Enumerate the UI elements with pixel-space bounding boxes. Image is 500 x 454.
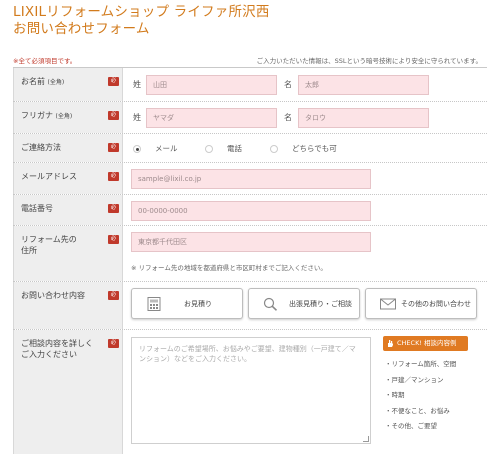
check-item: ・時期: [385, 391, 405, 399]
row-furigana: フリガナ (全角) 必 姓 ヤマダ 名 タロウ: [13, 102, 487, 134]
required-badge: 必: [108, 339, 119, 348]
phone-input[interactable]: 00-0000-0000: [131, 201, 371, 221]
estimate-button-label: お見積り: [184, 300, 212, 308]
radio-email-label: メール: [155, 144, 178, 153]
envelope-icon: [380, 298, 396, 310]
label-cell: フリガナ (全角) 必: [13, 102, 123, 133]
details-placeholder: リフォームのご希望場所、お悩みやご要望、建物種別（一戸建て／マンション）などをご…: [139, 345, 356, 363]
form-title: LIXILリフォームショップ ライファ所沢西 お問い合わせフォーム: [13, 4, 270, 38]
row-address: リフォーム先の 住所 必 東京都千代田区 ※ リフォーム先の地域を都道府県と市区町…: [13, 226, 487, 282]
onsite-estimate-button-label: 出張見積り・ご相談: [289, 300, 352, 308]
row-contact-method: ご連絡方法 必 メール 電話 どちらでも可: [13, 134, 487, 163]
details-label: ご相談内容を詳しく ご入力ください: [21, 339, 93, 359]
email-label: メールアドレス: [21, 172, 77, 181]
row-name: お名前 (全角) 必 姓 山田 名 太郎: [13, 68, 487, 102]
required-badge: 必: [108, 143, 119, 152]
label-cell: お名前 (全角) 必: [13, 68, 123, 101]
radio-email[interactable]: [133, 145, 141, 153]
mei-prefix: 名: [284, 80, 292, 89]
address-label: リフォーム先の 住所: [21, 235, 77, 255]
radio-either-label: どちらでも可: [292, 144, 337, 153]
other-inquiry-button-label: その他のお問い合わせ: [401, 300, 471, 308]
radio-phone-label: 電話: [227, 144, 242, 153]
inquiry-form: お名前 (全角) 必 姓 山田 名 太郎 フリガナ (全角) 必 姓 ヤマダ 名…: [13, 67, 487, 454]
title-line-2: お問い合わせフォーム: [13, 21, 150, 37]
first-name-input[interactable]: 太郎: [298, 75, 429, 95]
mei-prefix: 名: [284, 113, 292, 122]
radio-either[interactable]: [270, 145, 278, 153]
row-inquiry: お問い合わせ内容 必 お見積り 出張見積り・ご相談 その他のお問い合わせ: [13, 282, 487, 330]
check-badge-label: CHECK! 相談内容例: [397, 339, 457, 347]
magnifier-house-icon: [263, 297, 278, 311]
calculator-icon: [147, 297, 161, 311]
label-cell: ご連絡方法 必: [13, 134, 123, 162]
inquiry-label: お問い合わせ内容: [21, 291, 85, 300]
last-name-kana-input[interactable]: ヤマダ: [146, 108, 277, 128]
check-item: ・その他、ご要望: [385, 422, 437, 430]
check-item: ・リフォーム箇所、空間: [385, 360, 457, 368]
label-cell: リフォーム先の 住所 必: [13, 226, 123, 281]
row-details: ご相談内容を詳しく ご入力ください 必 リフォームのご希望場所、お悩みやご要望、建…: [13, 330, 487, 454]
required-badge: 必: [108, 172, 119, 181]
row-phone: 電話番号 必 00-0000-0000: [13, 195, 487, 226]
other-inquiry-button[interactable]: その他のお問い合わせ: [365, 288, 477, 319]
first-name-kana-input[interactable]: タロウ: [298, 108, 429, 128]
title-line-1: LIXILリフォームショップ ライファ所沢西: [13, 4, 270, 20]
check-item: ・不便なこと、お悩み: [385, 406, 450, 415]
address-input[interactable]: 東京都千代田区: [131, 232, 371, 252]
last-name-input[interactable]: 山田: [146, 75, 277, 95]
check-badge: CHECK! 相談内容例: [383, 336, 468, 351]
label-cell: ご相談内容を詳しく ご入力ください 必: [13, 330, 123, 454]
onsite-estimate-button[interactable]: 出張見積り・ご相談: [248, 288, 360, 319]
label-cell: お問い合わせ内容 必: [13, 282, 123, 329]
required-badge: 必: [108, 291, 119, 300]
sei-prefix: 姓: [133, 113, 141, 122]
check-item: ・戸建／マンション: [385, 375, 444, 384]
required-note: ※全て必須項目です。: [13, 57, 77, 65]
check-list: ・リフォーム箇所、空間 ・戸建／マンション ・時期 ・不便なこと、お悩み ・その…: [385, 358, 485, 436]
details-textarea[interactable]: リフォームのご希望場所、お悩みやご要望、建物種別（一戸建て／マンション）などをご…: [131, 337, 371, 444]
furigana-label: フリガナ (全角): [21, 111, 73, 120]
required-badge: 必: [108, 77, 119, 86]
radio-phone[interactable]: [205, 145, 213, 153]
privacy-note: ご入力いただいた情報は、SSLという暗号技術により安全に守られています。: [256, 57, 482, 65]
estimate-button[interactable]: お見積り: [131, 288, 243, 319]
name-label: お名前 (全角): [21, 77, 65, 86]
label-cell: 電話番号 必: [13, 195, 123, 225]
sei-prefix: 姓: [133, 80, 141, 89]
required-badge: 必: [108, 235, 119, 244]
phone-label: 電話番号: [21, 204, 53, 213]
email-input[interactable]: sample@lixil.co.jp: [131, 169, 371, 189]
label-cell: メールアドレス 必: [13, 163, 123, 194]
hand-icon: [388, 340, 393, 347]
address-note: ※ リフォーム先の地域を都道府県と市区町村までご記入ください。: [131, 264, 327, 272]
contact-method-label: ご連絡方法: [21, 143, 61, 152]
resize-handle[interactable]: [363, 436, 369, 442]
required-badge: 必: [108, 204, 119, 213]
row-email: メールアドレス 必 sample@lixil.co.jp: [13, 163, 487, 195]
required-badge: 必: [108, 111, 119, 120]
